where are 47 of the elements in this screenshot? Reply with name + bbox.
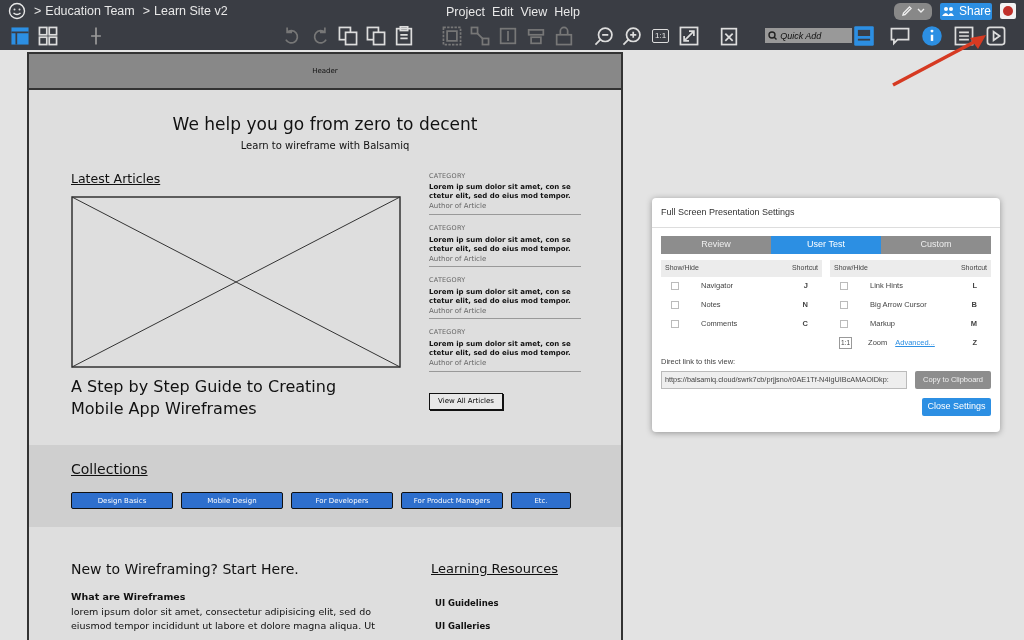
checkbox[interactable] <box>840 301 848 309</box>
checkbox[interactable] <box>671 301 679 309</box>
breadcrumb-link[interactable]: Learn Site v2 <box>154 1 228 21</box>
people-icon <box>940 5 955 17</box>
search-icon <box>765 28 779 43</box>
subheadline: Learn to wireframe with Balsamiq <box>239 138 411 153</box>
section-heading: Latest Articles <box>71 169 162 188</box>
checkbox[interactable] <box>671 320 679 328</box>
list-icon[interactable] <box>952 24 976 47</box>
section-heading: Learning Resources <box>431 560 558 579</box>
subheading: What are Wireframes <box>71 590 187 605</box>
breadcrumb-separator: > <box>142 2 151 20</box>
checkbox[interactable] <box>840 320 848 328</box>
copy-icon[interactable] <box>336 24 360 47</box>
panel-icon[interactable] <box>852 24 877 47</box>
feature-title: A Step by Step Guide to Creating Mobile App Wireframes <box>71 376 338 421</box>
edit-mode-button[interactable] <box>893 2 932 20</box>
quick-add-field[interactable]: Quick Add <box>778 28 853 43</box>
smiley-icon[interactable] <box>8 2 26 20</box>
checkbox[interactable] <box>840 282 848 290</box>
headline: We help you go from zero to decent <box>171 113 479 136</box>
resource-link[interactable]: UI Galleries <box>435 619 558 633</box>
play-icon[interactable] <box>984 24 1008 47</box>
body-text: eiusmod tempor incididunt ut labore et dolore magna aliqua. Ut <box>71 618 376 633</box>
menu-item[interactable]: Help <box>554 3 581 22</box>
resource-link[interactable]: UI Guidelines <box>435 596 558 610</box>
checkbox[interactable] <box>671 282 679 290</box>
caret-icon <box>916 8 925 14</box>
breadcrumb-link[interactable]: Education Team <box>45 1 135 21</box>
dialog-title: Full Screen Presentation Settings <box>652 198 1000 228</box>
zoom-in-icon[interactable] <box>620 24 644 47</box>
section-heading: Collections <box>71 460 149 480</box>
pencil-icon <box>900 5 913 17</box>
group-icon[interactable] <box>440 24 464 47</box>
menu-item[interactable]: Project <box>446 3 485 22</box>
menu-item[interactable]: Edit <box>491 3 514 22</box>
zoom-out-icon[interactable] <box>592 24 616 47</box>
section-heading: New to Wireframing? Start Here. <box>71 560 300 580</box>
menu-item[interactable]: View <box>520 3 548 22</box>
grid-icon[interactable] <box>36 24 60 47</box>
ungroup-icon[interactable] <box>468 24 492 47</box>
info-icon[interactable] <box>920 24 944 47</box>
user-avatar-icon[interactable] <box>1000 3 1016 19</box>
actual-size-button[interactable]: 1:1 <box>652 28 670 43</box>
body-text: lorem ipsum dolor sit amet, consectetur adipisicing elit, sed do <box>71 604 372 619</box>
breadcrumb-separator: > <box>34 2 42 20</box>
duplicate-icon[interactable] <box>364 24 388 47</box>
